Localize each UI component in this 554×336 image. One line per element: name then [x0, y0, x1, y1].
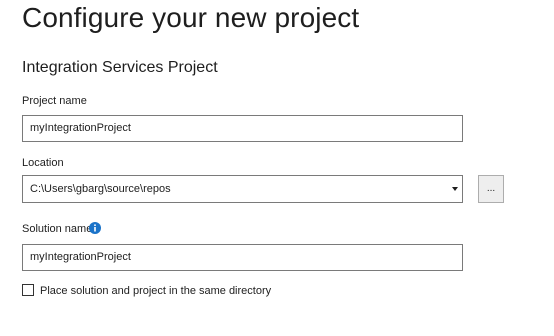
- location-value: C:\Users\gbarg\source\repos: [30, 183, 171, 195]
- solution-name-input[interactable]: myIntegrationProject: [22, 244, 463, 271]
- project-type-subtitle: Integration Services Project: [22, 59, 218, 76]
- chevron-down-icon[interactable]: [452, 187, 458, 191]
- same-directory-checkbox[interactable]: [22, 284, 34, 296]
- project-name-input[interactable]: myIntegrationProject: [22, 115, 463, 142]
- location-combobox[interactable]: C:\Users\gbarg\source\repos: [22, 175, 463, 203]
- same-directory-label[interactable]: Place solution and project in the same d…: [40, 285, 271, 297]
- page-title: Configure your new project: [22, 2, 360, 33]
- project-name-label: Project name: [22, 95, 87, 107]
- browse-button[interactable]: ...: [478, 175, 504, 203]
- location-label: Location: [22, 157, 64, 169]
- solution-name-label: Solution name: [22, 223, 93, 235]
- info-icon[interactable]: [89, 222, 101, 234]
